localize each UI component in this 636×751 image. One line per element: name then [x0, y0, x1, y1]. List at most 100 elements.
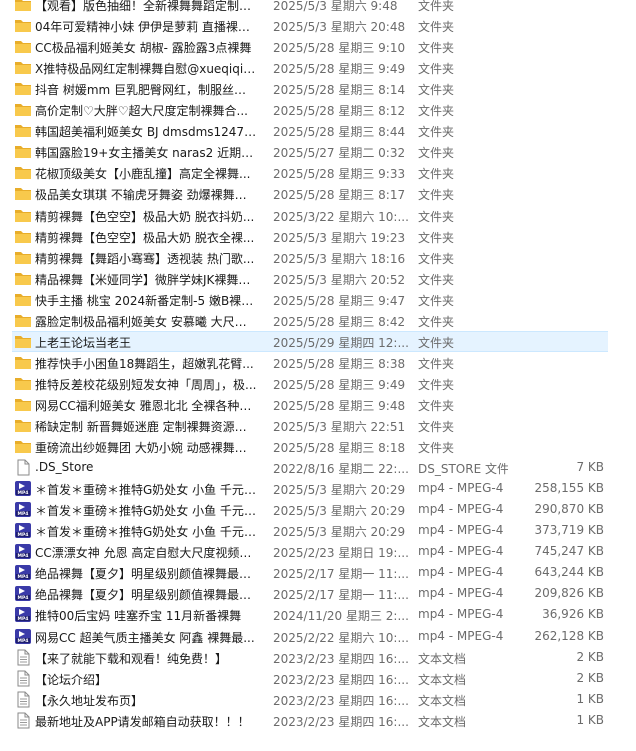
folder-row[interactable]: 韩国超美福利姬美女 BJ dmsdms1247 ... 2025/5/28 星期三…: [0, 120, 636, 141]
file-row[interactable]: 【来了就能下载和观看！纯免费！】 2023/2/23 星期四 16:... 文本文档…: [0, 647, 636, 668]
file-type: 文件夹: [418, 441, 455, 456]
date-modified: 2025/5/28 星期三 8:18: [273, 441, 406, 456]
folder-row[interactable]: X推特极品网红定制裸舞自慰@xueqiqiji... 2025/5/28 星期三 …: [0, 57, 636, 78]
date-modified: 2025/5/3 星期六 22:51: [273, 420, 406, 434]
file-type: mp4 - MPEG-4 ...: [418, 628, 508, 643]
date-modified: 2025/5/28 星期三 8:38: [273, 356, 406, 371]
file-type: 文件夹: [418, 20, 455, 35]
file-type: 文件夹: [418, 125, 455, 140]
folder-row[interactable]: CC极品福利姬美女 胡椒- 露脸露3点裸舞 2025/5/28 星期三 9:10 文…: [0, 36, 636, 57]
file-row[interactable]: MP4 网易CC 超美气质主播美女 阿鑫 裸舞最... 2025/2/22 星期六 …: [0, 626, 636, 647]
file-row[interactable]: 最新地址及APP请发邮箱自动获取！！！ 2023/2/23 星期四 16:... 文…: [0, 710, 636, 731]
folder-row[interactable]: 精品裸舞【米娅同学】微胖学妹JK裸舞大... 2025/5/3 星期六 20:52…: [0, 268, 636, 289]
file-type: 文件夹: [418, 230, 455, 245]
file-row[interactable]: MP4 ＊首发＊重磅＊推特G奶处女 小鱼 千元定... 2025/5/3 星期六 2…: [0, 520, 636, 541]
folder-row[interactable]: 高价定制♡大胖♡超大尺度定制裸舞合... 2025/5/28 星期三 8:12 文件…: [0, 99, 636, 120]
file-name: ＊首发＊重磅＊推特G奶处女 小鱼 千元定...: [35, 525, 257, 540]
file-row[interactable]: MP4 ＊首发＊重磅＊推特G奶处女 小鱼 千元定... 2025/5/3 星期六 2…: [0, 478, 636, 499]
file-row[interactable]: 【论坛介绍】 2023/2/23 星期四 16:... 文本文档 2 KB: [0, 668, 636, 689]
date-modified: 2025/5/3 星期六 20:29: [273, 483, 406, 498]
folder-row[interactable]: 极品美女琪琪 不输虎牙舞姿 劲爆裸舞精... 2025/5/28 星期三 8:17…: [0, 183, 636, 204]
file-size: 1 KB: [576, 691, 604, 706]
folder-icon: [14, 417, 32, 434]
video-file-icon: MP4: [14, 564, 32, 581]
file-name: 推荐快手小困鱼18舞蹈生，超嫩乳花臂...: [35, 356, 254, 371]
file-type: 文件夹: [418, 83, 455, 98]
file-name: 快手主播 桃宝 2024新番定制-5 嫩B裸舞...: [35, 293, 257, 308]
folder-row[interactable]: 快手主播 桃宝 2024新番定制-5 嫩B裸舞... 2025/5/28 星期三 …: [0, 289, 636, 310]
file-type: 文件夹: [418, 314, 455, 329]
file-type: 文件夹: [418, 335, 455, 350]
svg-text:MP4: MP4: [18, 596, 29, 602]
date-modified: 2025/5/3 星期六 9:48: [273, 0, 398, 13]
folder-icon: [14, 438, 32, 455]
folder-icon: [14, 249, 32, 266]
folder-icon: [14, 291, 32, 308]
file-row[interactable]: MP4 ＊首发＊重磅＊推特G奶处女 小鱼 千元定... 2025/5/3 星期六 2…: [0, 499, 636, 520]
date-modified: 2025/5/28 星期三 9:33: [273, 167, 406, 182]
file-row[interactable]: MP4 CC漂漂女神 允恩 高定自慰大尺度视频福... 2025/2/23 星期日 …: [0, 541, 636, 562]
folder-icon: [14, 38, 32, 55]
file-type: 文件夹: [418, 104, 455, 119]
file-name: 【观看】版色抽细！全新裸舞舞蹈定制（...: [35, 0, 257, 13]
folder-row[interactable]: 04年可爱精神小妹 伊伊是萝莉 直播裸舞... 2025/5/3 星期六 20:4…: [0, 15, 636, 36]
file-name: .DS_Store: [35, 460, 94, 475]
folder-row[interactable]: 抖音 树媛mm 巨乳肥臀网红，制服丝袜... 2025/5/28 星期三 8:14…: [0, 78, 636, 99]
date-modified: 2025/5/28 星期三 9:47: [273, 293, 406, 308]
file-row[interactable]: 【永久地址发布页】 2023/2/23 星期四 16:... 文本文档 1 KB: [0, 689, 636, 710]
file-name: ＊首发＊重磅＊推特G奶处女 小鱼 千元定...: [35, 483, 257, 498]
file-icon: [14, 459, 32, 476]
date-modified: 2025/5/28 星期三 8:44: [273, 125, 406, 140]
file-type: mp4 - MPEG-4 ...: [418, 502, 508, 517]
file-name: CC极品福利姬美女 胡椒- 露脸露3点裸舞: [35, 41, 252, 56]
folder-row[interactable]: 【观看】版色抽细！全新裸舞舞蹈定制（... 2025/5/3 星期六 9:48 文件…: [0, 0, 636, 15]
date-modified: 2024/11/20 星期三 2:...: [273, 609, 408, 624]
file-type: 文件夹: [418, 293, 455, 308]
folder-icon: [14, 333, 32, 350]
folder-icon: [14, 270, 32, 287]
folder-row[interactable]: 韩国露脸19+女主播美女 naras2 近期裸... 2025/5/27 星期二 …: [0, 141, 636, 162]
file-row[interactable]: MP4 推特00后宝妈 哇塞乔宝 11月新番裸舞 2024/11/20 星期三 2:…: [0, 604, 636, 625]
folder-icon: [14, 354, 32, 371]
date-modified: 2025/5/27 星期二 0:32: [273, 146, 406, 161]
file-name: 绝品裸舞【夏夕】明星级别颜值裸舞最主...: [35, 567, 257, 582]
file-list: 【观看】版色抽细！全新裸舞舞蹈定制（... 2025/5/3 星期六 9:48 文件…: [0, 0, 636, 751]
date-modified: 2023/2/23 星期四 16:...: [273, 672, 408, 687]
date-modified: 2025/5/28 星期三 8:14: [273, 83, 406, 98]
folder-row[interactable]: 重磅流出纱姬舞团 大奶小婉 动感裸舞摇... 2025/5/28 星期三 8:18…: [0, 436, 636, 457]
file-size: 290,870 KB: [534, 502, 604, 517]
file-row[interactable]: MP4 绝品裸舞【夏夕】明星级别颜值裸舞最主... 2025/2/17 星期一 11…: [0, 562, 636, 583]
text-document-icon: [14, 691, 32, 708]
date-modified: 2022/8/16 星期二 22:...: [273, 462, 408, 477]
folder-row[interactable]: 上老王论坛当老王 2025/5/29 星期四 12:... 文件夹: [0, 330, 636, 352]
svg-text:MP4: MP4: [18, 553, 29, 559]
video-file-icon: MP4: [14, 585, 32, 602]
file-row[interactable]: MP4 绝品裸舞【夏夕】明星级别颜值裸舞最主... 2025/2/17 星期一 11…: [0, 583, 636, 604]
folder-row[interactable]: 精剪裸舞【色空空】极品大奶 脱衣全裸... 2025/5/3 星期六 19:23 文…: [0, 226, 636, 247]
file-size: 36,926 KB: [542, 607, 604, 622]
file-size: 7 KB: [576, 460, 604, 475]
folder-row[interactable]: 精剪裸舞【色空空】极品大奶 脱衣抖奶... 2025/3/22 星期六 10:..…: [0, 205, 636, 226]
folder-icon: [14, 312, 32, 329]
folder-row[interactable]: 推特反差校花级别短发女神「周周」，极... 2025/5/28 星期三 9:49 文…: [0, 373, 636, 394]
folder-row[interactable]: 露脸定制极品福利姬美女 安慕曦 大尺度... 2025/5/28 星期三 8:42…: [0, 310, 636, 331]
file-name: 稀缺定制 新晋舞姬迷鹿 定制裸舞资源视...: [35, 420, 257, 434]
video-file-icon: MP4: [14, 606, 32, 623]
file-name: 【来了就能下载和观看！纯免费！】: [35, 651, 228, 666]
folder-row[interactable]: 花椒顶级美女【小鹿乱撞】高定全裸舞... 2025/5/28 星期三 9:33 文件…: [0, 162, 636, 183]
folder-row[interactable]: 精剪裸舞【舞蹈小骞骞】透视装 热门歌... 2025/5/3 星期六 18:16 文…: [0, 247, 636, 268]
video-file-icon: MP4: [14, 628, 32, 645]
file-type: 文件夹: [418, 209, 455, 224]
folder-row[interactable]: 网易CC福利姬美女 雅恩北北 全裸各种情... 2025/5/28 星期三 9:4…: [0, 394, 636, 415]
folder-icon: [14, 164, 32, 181]
file-type: mp4 - MPEG-4 ...: [418, 481, 508, 496]
date-modified: 2025/5/28 星期三 9:49: [273, 62, 406, 77]
video-file-icon: MP4: [14, 501, 32, 518]
file-name: X推特极品网红定制裸舞自慰@xueqiqiji...: [35, 62, 257, 77]
date-modified: 2025/5/28 星期三 8:42: [273, 314, 406, 329]
file-row[interactable]: .DS_Store 2022/8/16 星期二 22:... DS_STORE 文件…: [0, 457, 636, 478]
file-name: 上老王论坛当老王: [35, 335, 132, 350]
folder-row[interactable]: 推荐快手小困鱼18舞蹈生，超嫩乳花臂... 2025/5/28 星期三 8:38 文…: [0, 352, 636, 373]
file-name: 花椒顶级美女【小鹿乱撞】高定全裸舞...: [35, 167, 251, 182]
folder-row[interactable]: 稀缺定制 新晋舞姬迷鹿 定制裸舞资源视... 2025/5/3 星期六 22:51…: [0, 415, 636, 436]
